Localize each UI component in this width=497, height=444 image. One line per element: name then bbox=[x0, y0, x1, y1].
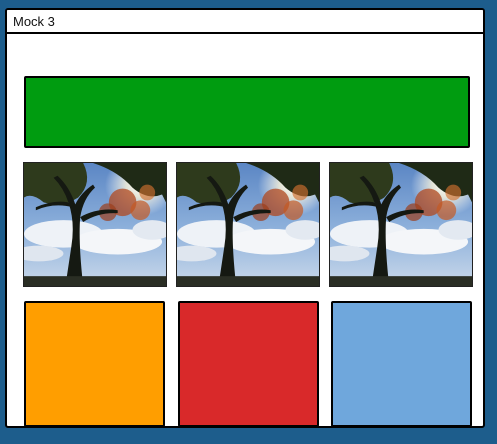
photo-row bbox=[23, 162, 473, 287]
photo-tile-3[interactable] bbox=[329, 162, 473, 287]
hero-banner-block[interactable] bbox=[24, 76, 470, 148]
tree-photo-image bbox=[330, 163, 472, 286]
photo-tile-1[interactable] bbox=[23, 162, 167, 287]
window-title: Mock 3 bbox=[7, 10, 483, 34]
red-tile[interactable] bbox=[178, 301, 319, 426]
orange-tile[interactable] bbox=[24, 301, 165, 426]
photo-tile-2[interactable] bbox=[176, 162, 320, 287]
swatch-row bbox=[23, 301, 473, 426]
tree-photo-image bbox=[177, 163, 319, 286]
blue-tile[interactable] bbox=[331, 301, 472, 426]
tree-photo-image bbox=[24, 163, 166, 286]
mockup-window: Mock 3 bbox=[5, 8, 485, 428]
